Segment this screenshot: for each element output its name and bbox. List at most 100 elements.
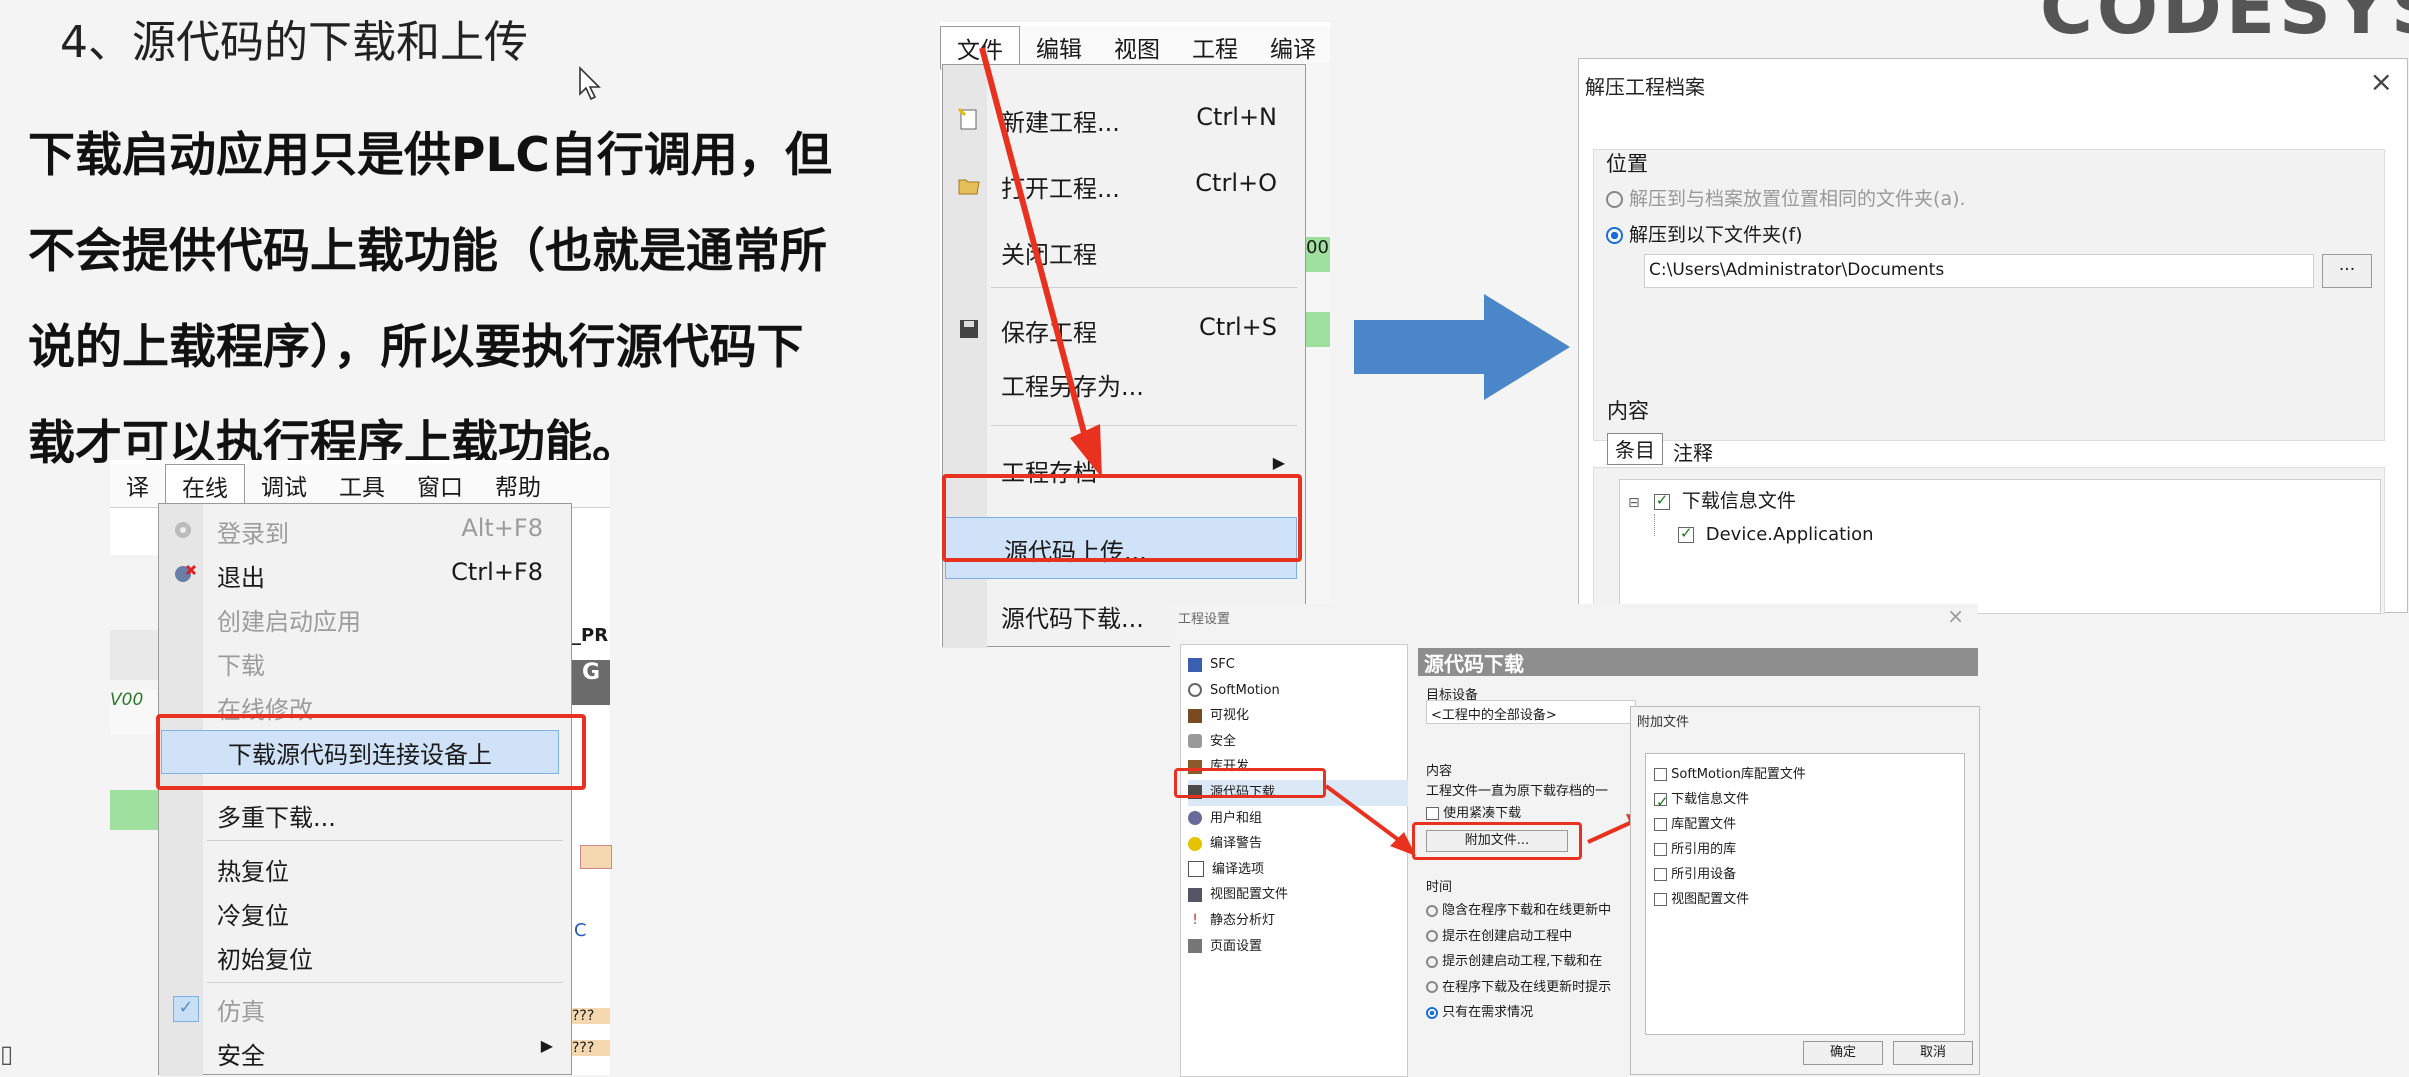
right-label: G <box>572 660 610 705</box>
menu-item-create-boot-app[interactable]: 创建启动应用 <box>159 598 571 638</box>
menu-separator <box>207 840 563 841</box>
sidebar-item-page-setup[interactable]: 页面设置 <box>1188 934 1408 960</box>
content-label: 内容 <box>1426 764 1453 779</box>
right-label: C <box>574 920 587 941</box>
checkbox <box>1654 768 1667 781</box>
menu-online[interactable]: 在线 <box>165 464 245 507</box>
slide-title: 4、源代码的下载和上传 <box>60 17 528 68</box>
sidebar-item-compile-options[interactable]: 编译选项 <box>1188 857 1408 883</box>
sidebar-item-softmotion[interactable]: SoftMotion <box>1188 678 1408 704</box>
menu-item-warm-reset[interactable]: 热复位 <box>159 848 571 888</box>
menu-item-login[interactable]: 登录到 Alt+F8 <box>159 510 571 550</box>
mouse-cursor-icon <box>579 66 601 101</box>
sidebar-item-static-analysis[interactable]: ! 静态分析灯 <box>1188 908 1408 934</box>
tab-comments[interactable]: 注释 <box>1673 437 1713 466</box>
collapse-icon: ⊟ <box>1628 495 1640 511</box>
menu-tools[interactable]: 工具 <box>323 464 401 507</box>
page-setup-icon <box>1188 939 1202 954</box>
menu-item-safety[interactable]: 安全 ▶ <box>159 1032 571 1072</box>
compact-download-checkbox[interactable]: 使用紧凑下载 <box>1426 802 1521 821</box>
attach-item[interactable]: 下载信息文件 <box>1654 787 1806 815</box>
sidebar-item-label: 用户和组 <box>1210 810 1263 826</box>
radio-same-folder[interactable]: 解压到与档案放置位置相同的文件夹(a). <box>1606 184 1966 211</box>
tree-node-download-info[interactable]: ⊟ 下载信息文件 <box>1628 486 1796 513</box>
sfc-icon <box>1188 657 1202 672</box>
red-arrow-icon <box>1324 784 1416 856</box>
sidebar-item-visualization[interactable]: 可视化 <box>1188 703 1408 729</box>
checkbox[interactable] <box>1653 491 1670 510</box>
gutter-strip <box>110 630 158 680</box>
cancel-button[interactable]: 取消 <box>1893 1041 1973 1065</box>
menu-item-shortcut: Ctrl+O <box>1195 169 1277 197</box>
menu-compile[interactable]: 译 <box>110 464 165 507</box>
sidebar-item-label: 视图配置文件 <box>1210 887 1289 903</box>
checkbox[interactable] <box>1678 524 1694 543</box>
menu-item-label: 下载 <box>217 652 265 680</box>
checkbox <box>1654 818 1667 831</box>
attach-item[interactable]: 所引用设备 <box>1654 862 1806 887</box>
ok-button[interactable]: 确定 <box>1803 1041 1883 1065</box>
login-icon <box>175 522 191 538</box>
sidebar-item-sfc[interactable]: SFC <box>1188 652 1408 678</box>
attach-item[interactable]: 所引用的库 <box>1654 837 1806 862</box>
close-icon[interactable]: × <box>1947 604 1964 628</box>
browse-button[interactable]: ... <box>2322 254 2372 288</box>
checkbox <box>1426 807 1439 820</box>
menu-item-cold-reset[interactable]: 冷复位 <box>159 892 571 932</box>
sidebar-item-view-profile[interactable]: 视图配置文件 <box>1188 882 1408 908</box>
menu-item-label: 安全 <box>217 1042 265 1070</box>
radio-label: 只有在需求情况 <box>1442 1005 1534 1020</box>
right-strip <box>1306 62 1330 647</box>
menu-item-shortcut: Ctrl+N <box>1196 103 1277 131</box>
radio-icon <box>1426 930 1438 942</box>
close-icon[interactable]: × <box>2370 65 2393 98</box>
tree-node-device-application[interactable]: Device.Application <box>1678 524 1874 545</box>
codesys-logo: CODESYS <box>2040 0 2409 50</box>
menu-item-download[interactable]: 下载 <box>159 642 571 682</box>
menu-item-multiple-download[interactable]: 多重下载... <box>159 794 571 834</box>
radio-following-folder[interactable]: 解压到以下文件夹(f) <box>1606 220 1803 247</box>
gutter-green <box>110 790 158 830</box>
attach-item[interactable]: 视图配置文件 <box>1654 887 1806 912</box>
menu-window[interactable]: 窗口 <box>401 464 479 507</box>
attach-item-label: 所引用设备 <box>1671 867 1737 882</box>
sidebar-item-label: 编译警告 <box>1210 836 1263 852</box>
highlight-box <box>156 714 586 790</box>
analysis-icon: ! <box>1192 912 1198 929</box>
menu-item-logout[interactable]: 退出 Ctrl+F8 <box>159 554 571 594</box>
target-select[interactable]: <工程中的全部设备> <box>1426 700 1636 724</box>
menu-item-simulation[interactable]: ✓ 仿真 <box>159 988 571 1028</box>
checkbox <box>1654 843 1667 856</box>
highlight-box <box>1174 768 1326 798</box>
menu-item-shortcut: Alt+F8 <box>461 514 543 542</box>
red-arrow-icon <box>979 47 1102 478</box>
menu-project[interactable]: 工程 <box>1176 26 1254 69</box>
path-input[interactable]: C:\Users\Administrator\Documents <box>1644 254 2314 288</box>
menu-item-label: 退出 <box>217 564 265 592</box>
softmotion-icon <box>1188 683 1202 698</box>
slide-body-line: 说的上载程序），所以要执行源代码下 <box>28 320 804 375</box>
attach-item[interactable]: SoftMotion库配置文件 <box>1654 762 1806 787</box>
radio-icon <box>1426 955 1438 968</box>
menu-item-origin-reset[interactable]: 初始复位 <box>159 936 571 976</box>
content-description: 工程文件一直为原下载存档的一 <box>1426 784 1609 799</box>
attach-item[interactable]: 库配置文件 <box>1654 812 1806 837</box>
security-icon <box>1188 734 1202 749</box>
tab-entries[interactable]: 条目 <box>1607 433 1663 465</box>
attach-list: SoftMotion库配置文件 下载信息文件 库配置文件 所引用的库 所引用设备… <box>1645 753 1965 1035</box>
tree-node-label: 下载信息文件 <box>1681 490 1796 512</box>
right-label: ??? <box>572 1008 610 1024</box>
checkbox <box>1654 868 1667 881</box>
right-block <box>580 845 612 869</box>
menu-debug[interactable]: 调试 <box>245 464 323 507</box>
check-icon: ✓ <box>173 996 199 1022</box>
sidebar-item-label: SoftMotion <box>1210 682 1280 698</box>
menu-help[interactable]: 帮助 <box>479 464 557 507</box>
slide-body-line: 不会提供代码上载功能（也就是通常所 <box>28 224 827 279</box>
sidebar-item-security[interactable]: 安全 <box>1188 729 1408 755</box>
timing-label: 时间 <box>1426 880 1453 895</box>
attach-item-label: 视图配置文件 <box>1671 892 1750 907</box>
menu-item-label: 多重下载... <box>217 804 336 832</box>
radio-icon <box>1606 191 1623 208</box>
location-group: 位置 解压到与档案放置位置相同的文件夹(a). 解压到以下文件夹(f) C:\U… <box>1593 149 2385 441</box>
